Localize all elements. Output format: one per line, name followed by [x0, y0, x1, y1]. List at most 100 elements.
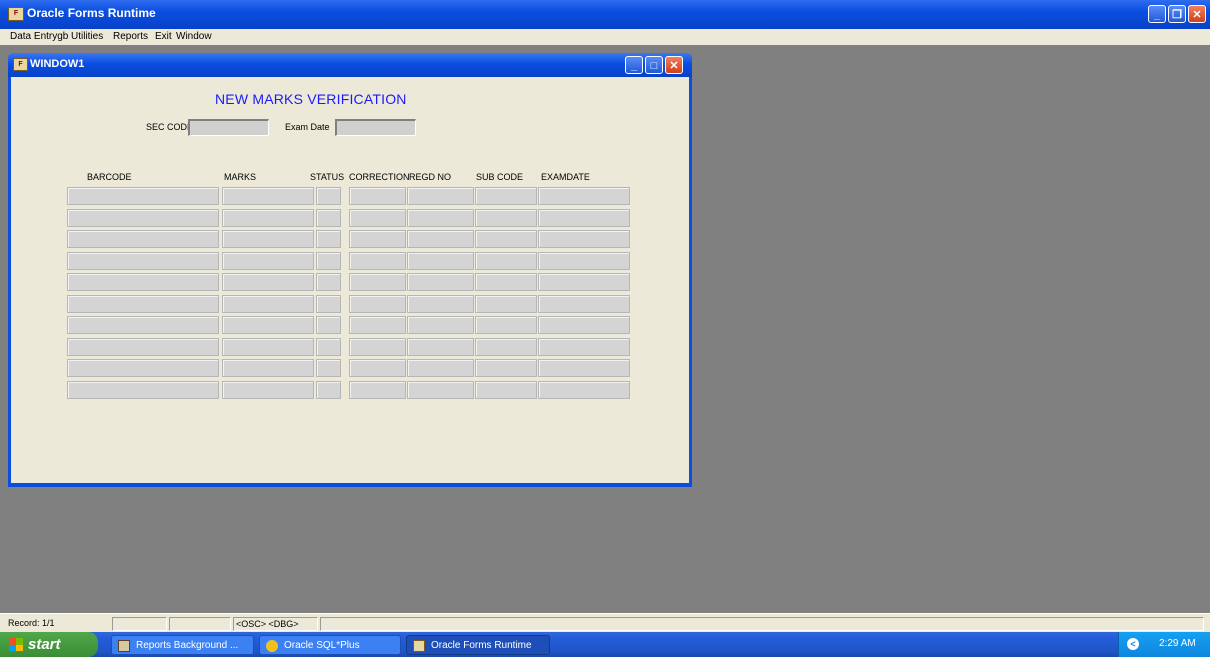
marks-field[interactable] — [222, 337, 314, 356]
barcode-field[interactable] — [67, 187, 219, 205]
marks-field[interactable] — [222, 294, 314, 313]
window-minimize-button[interactable]: _ — [625, 56, 643, 74]
form-window-title: WINDOW1 — [30, 58, 85, 70]
regd-no-field[interactable] — [407, 294, 474, 313]
column-header-status: STATUS — [310, 172, 345, 182]
examdate-field[interactable] — [538, 380, 630, 399]
barcode-field[interactable] — [67, 208, 219, 227]
regd-no-field[interactable] — [407, 359, 474, 377]
window-maximize-button[interactable]: □ — [645, 56, 663, 74]
start-button[interactable]: start — [0, 632, 98, 657]
examdate-field[interactable] — [538, 273, 630, 291]
sub-code-field[interactable] — [475, 273, 537, 291]
barcode-field[interactable] — [67, 380, 219, 399]
correction-field[interactable] — [349, 251, 406, 270]
status-field[interactable] — [316, 316, 341, 334]
start-label: start — [28, 636, 61, 653]
status-field[interactable] — [316, 251, 341, 270]
status-field[interactable] — [316, 273, 341, 291]
sqlplus-icon — [266, 640, 278, 652]
barcode-field[interactable] — [67, 273, 219, 291]
correction-field[interactable] — [349, 187, 406, 205]
menu-item-utilities[interactable]: Utilities — [71, 31, 103, 42]
menu-item-exit[interactable]: Exit — [155, 31, 172, 42]
correction-field[interactable] — [349, 230, 406, 248]
status-field[interactable] — [316, 230, 341, 248]
regd-no-field[interactable] — [407, 273, 474, 291]
regd-no-field[interactable] — [407, 187, 474, 205]
form-canvas: NEW MARKS VERIFICATION SEC CODE Exam Dat… — [11, 77, 689, 483]
marks-field[interactable] — [222, 187, 314, 205]
correction-field[interactable] — [349, 316, 406, 334]
sub-code-field[interactable] — [475, 208, 537, 227]
examdate-field[interactable] — [538, 337, 630, 356]
oracle-forms-icon: F — [13, 58, 28, 71]
oracle-forms-icon: F — [8, 7, 24, 21]
status-field[interactable] — [316, 208, 341, 227]
menu-item-data-entry[interactable]: Data Entrygb — [10, 31, 68, 42]
marks-field[interactable] — [222, 316, 314, 334]
menu-item-window[interactable]: Window — [176, 31, 212, 42]
marks-field[interactable] — [222, 230, 314, 248]
taskbar: start Reports Background ... Oracle SQL*… — [0, 632, 1210, 657]
barcode-field[interactable] — [67, 359, 219, 377]
examdate-field[interactable] — [538, 294, 630, 313]
sub-code-field[interactable] — [475, 337, 537, 356]
regd-no-field[interactable] — [407, 316, 474, 334]
marks-field[interactable] — [222, 359, 314, 377]
column-header-regd-no: REGD NO — [409, 172, 452, 182]
correction-field[interactable] — [349, 380, 406, 399]
sec-code-field[interactable] — [188, 119, 269, 136]
barcode-field[interactable] — [67, 230, 219, 248]
sub-code-field[interactable] — [475, 230, 537, 248]
app-title-bar[interactable]: F Oracle Forms Runtime _ ❐ ✕ — [0, 0, 1210, 29]
taskbar-item-sqlplus[interactable]: Oracle SQL*Plus — [259, 635, 401, 655]
status-field[interactable] — [316, 380, 341, 399]
status-field[interactable] — [316, 359, 341, 377]
marks-field[interactable] — [222, 380, 314, 399]
marks-field[interactable] — [222, 208, 314, 227]
examdate-field[interactable] — [538, 359, 630, 377]
sub-code-field[interactable] — [475, 359, 537, 377]
barcode-field[interactable] — [67, 294, 219, 313]
barcode-field[interactable] — [67, 251, 219, 270]
taskbar-item-reports-background[interactable]: Reports Background ... — [111, 635, 254, 655]
examdate-field[interactable] — [538, 208, 630, 227]
sub-code-field[interactable] — [475, 187, 537, 205]
barcode-field[interactable] — [67, 316, 219, 334]
exam-date-field[interactable] — [335, 119, 416, 136]
correction-field[interactable] — [349, 337, 406, 356]
app-restore-button[interactable]: ❐ — [1168, 5, 1186, 23]
regd-no-field[interactable] — [407, 337, 474, 356]
marks-field[interactable] — [222, 251, 314, 270]
sub-code-field[interactable] — [475, 380, 537, 399]
network-icon[interactable]: < — [1127, 638, 1139, 650]
status-field[interactable] — [316, 294, 341, 313]
app-close-button[interactable]: ✕ — [1188, 5, 1206, 23]
marks-field[interactable] — [222, 273, 314, 291]
menu-item-reports[interactable]: Reports — [113, 31, 148, 42]
status-field[interactable] — [316, 337, 341, 356]
status-field[interactable] — [316, 187, 341, 205]
sub-code-field[interactable] — [475, 316, 537, 334]
correction-field[interactable] — [349, 273, 406, 291]
correction-field[interactable] — [349, 294, 406, 313]
examdate-field[interactable] — [538, 316, 630, 334]
form-window-title-bar[interactable]: F WINDOW1 _ □ ✕ — [8, 53, 692, 77]
taskbar-item-forms-runtime[interactable]: Oracle Forms Runtime — [406, 635, 550, 655]
app-minimize-button[interactable]: _ — [1148, 5, 1166, 23]
regd-no-field[interactable] — [407, 251, 474, 270]
sub-code-field[interactable] — [475, 251, 537, 270]
column-header-examdate: EXAMDATE — [541, 172, 590, 182]
barcode-field[interactable] — [67, 337, 219, 356]
regd-no-field[interactable] — [407, 208, 474, 227]
examdate-field[interactable] — [538, 230, 630, 248]
regd-no-field[interactable] — [407, 380, 474, 399]
regd-no-field[interactable] — [407, 230, 474, 248]
examdate-field[interactable] — [538, 251, 630, 270]
examdate-field[interactable] — [538, 187, 630, 205]
correction-field[interactable] — [349, 208, 406, 227]
window-close-button[interactable]: ✕ — [665, 56, 683, 74]
sub-code-field[interactable] — [475, 294, 537, 313]
correction-field[interactable] — [349, 359, 406, 377]
